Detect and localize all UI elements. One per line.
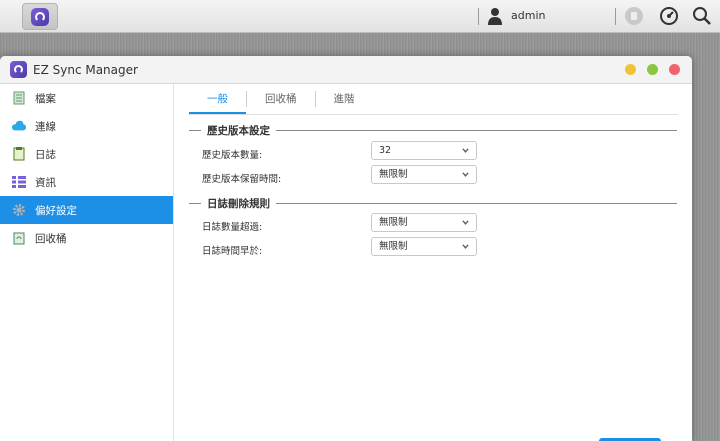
- chevron-down-icon: [462, 172, 469, 177]
- log-age-label: 日誌時間早於:: [202, 246, 263, 257]
- select-value: 無限制: [379, 169, 408, 180]
- search-icon[interactable]: [692, 6, 712, 26]
- ez-sync-manager-window: EZ Sync Manager 檔案 連線 日誌 資訊 偏好設定 回收桶 一般 …: [0, 56, 692, 441]
- user-name[interactable]: admin: [511, 9, 545, 22]
- log-section-header: 日誌刪除規則: [189, 196, 677, 210]
- chevron-down-icon: [462, 244, 469, 249]
- sidebar: 檔案 連線 日誌 資訊 偏好設定 回收桶: [0, 84, 174, 441]
- sidebar-item-label: 日誌: [35, 148, 56, 161]
- select-value: 無限制: [379, 241, 408, 252]
- select-value: 無限制: [379, 217, 408, 228]
- sidebar-item-recycle-bin[interactable]: 回收桶: [0, 224, 173, 252]
- taskbar: admin: [0, 0, 720, 33]
- tab-advanced[interactable]: 進階: [316, 84, 373, 114]
- taskbar-divider: [478, 8, 479, 25]
- ez-sync-taskbar-button[interactable]: [22, 3, 58, 30]
- tab-underline: [189, 114, 678, 115]
- window-title: EZ Sync Manager: [33, 63, 138, 77]
- sidebar-item-files[interactable]: 檔案: [0, 84, 173, 112]
- version-count-select[interactable]: 32: [371, 141, 477, 160]
- retention-label: 歷史版本保留時間:: [202, 174, 282, 185]
- tab-general[interactable]: 一般: [189, 84, 246, 115]
- gear-icon: [12, 203, 26, 217]
- history-section-header: 歷史版本設定: [189, 123, 677, 137]
- window-titlebar[interactable]: EZ Sync Manager: [0, 56, 692, 84]
- app-logo-icon: [10, 61, 27, 78]
- log-age-select[interactable]: 無限制: [371, 237, 477, 256]
- dashboard-icon[interactable]: [659, 6, 679, 26]
- tab-recycle-bin[interactable]: 回收桶: [247, 84, 315, 114]
- log-count-label: 日誌數量超過:: [202, 222, 263, 233]
- sidebar-item-label: 連線: [35, 120, 56, 133]
- taskbar-divider: [615, 8, 616, 25]
- chevron-down-icon: [462, 148, 469, 153]
- sidebar-item-label: 回收桶: [35, 232, 67, 245]
- files-icon: [12, 91, 26, 105]
- version-count-label: 歷史版本數量:: [202, 150, 263, 161]
- sidebar-item-connection[interactable]: 連線: [0, 112, 173, 140]
- minimize-button[interactable]: [625, 64, 636, 75]
- maximize-button[interactable]: [647, 64, 658, 75]
- retention-select[interactable]: 無限制: [371, 165, 477, 184]
- section-title: 日誌刪除規則: [207, 197, 270, 210]
- info-list-icon: [12, 175, 26, 189]
- ez-sync-logo-icon: [31, 7, 49, 26]
- preferences-panel: 一般 回收桶 進階 歷史版本設定 歷史版本數量: 32 歷史版本保留時間: 無限…: [175, 84, 692, 441]
- close-button[interactable]: [669, 64, 680, 75]
- recycle-bin-icon: [12, 231, 26, 245]
- sidebar-item-label: 偏好設定: [35, 204, 77, 217]
- select-value: 32: [379, 145, 392, 156]
- notification-icon[interactable]: [624, 6, 644, 26]
- sidebar-item-info[interactable]: 資訊: [0, 168, 173, 196]
- cloud-sync-icon: [12, 119, 26, 133]
- log-count-select[interactable]: 無限制: [371, 213, 477, 232]
- tab-bar: 一般 回收桶 進階: [189, 84, 373, 115]
- user-icon[interactable]: [487, 7, 503, 25]
- sidebar-item-label: 資訊: [35, 176, 56, 189]
- sidebar-item-label: 檔案: [35, 92, 56, 105]
- log-icon: [12, 147, 26, 161]
- sidebar-item-preferences[interactable]: 偏好設定: [0, 196, 173, 224]
- sidebar-item-log[interactable]: 日誌: [0, 140, 173, 168]
- section-title: 歷史版本設定: [207, 124, 270, 137]
- chevron-down-icon: [462, 220, 469, 225]
